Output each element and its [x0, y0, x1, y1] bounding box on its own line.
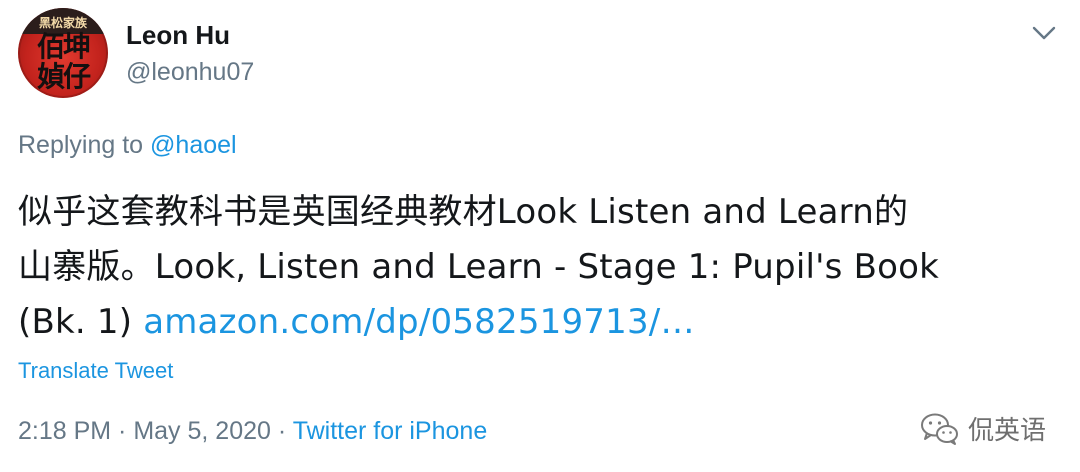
avatar-text: 佰坤媜仔: [36, 30, 91, 93]
replying-to-label: Replying to: [18, 131, 151, 159]
tweet-line-2: 山寨版。Look, Listen and Learn - Stage 1: Pu…: [18, 247, 940, 287]
avatar-band-text: 黑松家族: [38, 16, 87, 30]
meta-separator: ·: [270, 417, 293, 445]
translate-tweet-link[interactable]: Translate Tweet: [18, 358, 173, 384]
tweet-line-3-text: (Bk. 1): [18, 302, 144, 342]
tweet-time[interactable]: 2:18 PM: [18, 417, 111, 445]
tweet-date[interactable]: May 5, 2020: [133, 417, 271, 445]
user-handle[interactable]: @leonhu07: [126, 58, 254, 87]
avatar[interactable]: 黑松家族 佰坤媜仔: [18, 8, 108, 98]
display-name[interactable]: Leon Hu: [126, 20, 230, 51]
tweet-source-link[interactable]: Twitter for iPhone: [293, 417, 488, 445]
tweet-line-1: 似乎这套教科书是英国经典教材Look Listen and Learn的: [18, 192, 909, 232]
tweet-text: 似乎这套教科书是英国经典教材Look Listen and Learn的 山寨版…: [18, 185, 1068, 350]
watermark-text: 侃英语: [968, 416, 1047, 446]
meta-separator: ·: [111, 417, 134, 445]
replying-to: Replying to @haoel: [18, 131, 237, 160]
reply-mention-link[interactable]: @haoel: [150, 131, 237, 159]
wechat-icon: [921, 413, 958, 445]
amazon-link[interactable]: amazon.com/dp/0582519713/…: [143, 302, 694, 342]
tweet-meta: 2:18 PM · May 5, 2020 · Twitter for iPho…: [18, 417, 487, 446]
watermark: 侃英语: [920, 410, 1046, 447]
chevron-down-icon[interactable]: [1030, 24, 1058, 42]
tweet-line-3: (Bk. 1) amazon.com/dp/0582519713/…: [18, 295, 1068, 350]
